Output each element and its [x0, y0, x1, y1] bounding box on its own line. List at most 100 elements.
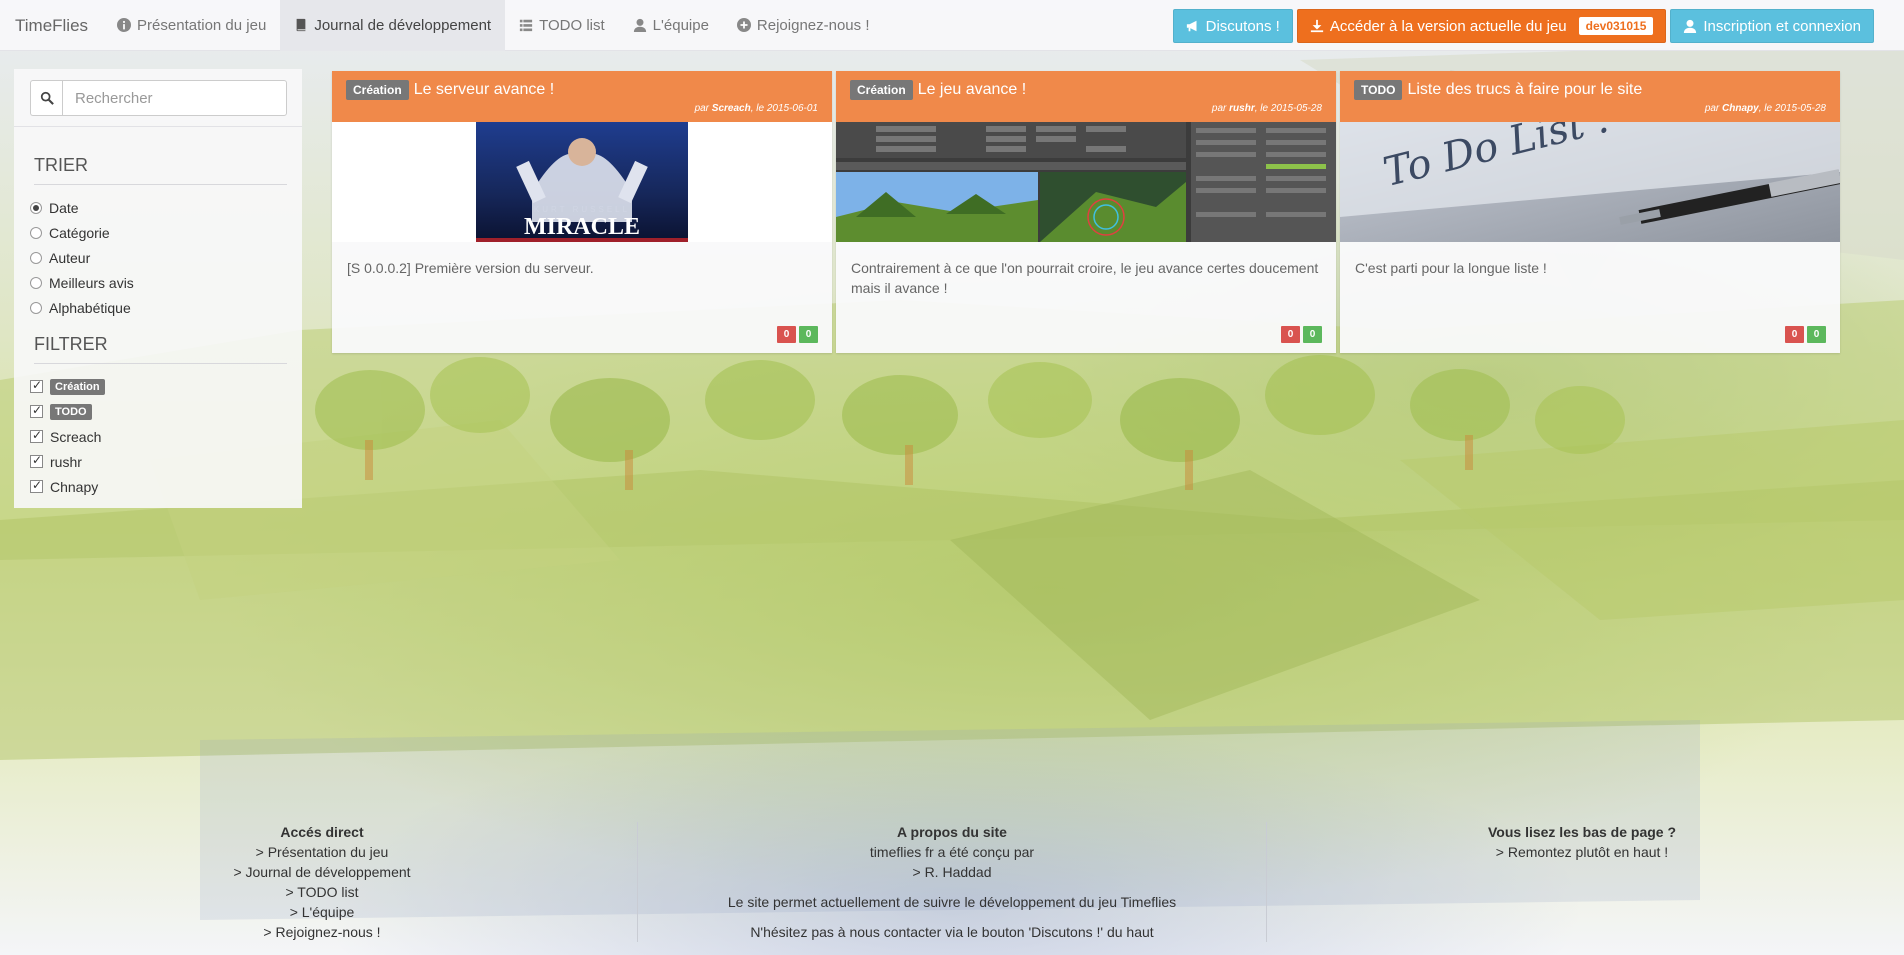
access-game-button[interactable]: Accéder à la version actuelle du jeu dev… [1296, 9, 1667, 43]
category-tag[interactable]: Création [346, 80, 409, 100]
nav-presentation[interactable]: Présentation du jeu [103, 0, 280, 51]
downvote-button[interactable]: 0 [1281, 326, 1300, 343]
category-tag: Création [50, 378, 105, 395]
top-navbar: TimeFlies Présentation du jeu Journal de… [0, 0, 1904, 51]
card-date: 2015-05-28 [1270, 103, 1322, 114]
nav-presentation-label: Présentation du jeu [137, 16, 267, 34]
filter-creation[interactable]: Création [30, 374, 302, 399]
radio[interactable] [30, 201, 42, 214]
nav-team[interactable]: L'équipe [619, 0, 723, 51]
footer-about: A propos du site timeflies fr a été conç… [637, 822, 1267, 942]
upvote-button[interactable]: 0 [1807, 326, 1826, 343]
category-tag[interactable]: Création [850, 80, 913, 100]
checkbox[interactable] [30, 403, 43, 418]
nav-devlog[interactable]: Journal de développement [280, 0, 506, 51]
footer-col2-title: A propos du site [897, 824, 1007, 840]
footer-link-todo[interactable]: > TODO list [7, 882, 637, 902]
card-author[interactable]: rushr [1229, 103, 1255, 114]
card-image[interactable]: KURT RUSSELL MIRACLE [332, 122, 832, 242]
back-to-top-link[interactable]: > Remontez plutôt en haut ! [1267, 842, 1897, 862]
sort-options: Date Catégorie Auteur Meilleurs avis Alp… [14, 185, 302, 320]
login-button[interactable]: Inscription et connexion [1670, 9, 1874, 43]
search-input[interactable] [62, 80, 287, 116]
card-meta: par rushr, le 2015-05-28 [1212, 103, 1322, 114]
card-summary: Contrairement à ce que l'on pourrait cro… [851, 260, 1319, 296]
meta-prefix: par [1704, 103, 1723, 114]
downvote-button[interactable]: 0 [777, 326, 796, 343]
nav-join[interactable]: Rejoignez-nous ! [723, 0, 884, 51]
sort-title: TRIER [34, 155, 287, 185]
upvote-button[interactable]: 0 [799, 326, 818, 343]
filter-screach[interactable]: Screach [30, 424, 302, 449]
sort-option-date[interactable]: Date [30, 195, 302, 220]
card-image[interactable]: To Do List : [1340, 122, 1840, 242]
sort-option-alpha[interactable]: Alphabétique [30, 295, 302, 320]
filter-label: Screach [50, 428, 102, 445]
vote-buttons: 0 0 [1785, 326, 1826, 343]
nav-devlog-label: Journal de développement [314, 16, 492, 34]
user-icon [1684, 19, 1697, 33]
card-summary: C'est parti pour la longue liste ! [1355, 260, 1547, 276]
filter-todo[interactable]: TODO [30, 399, 302, 424]
nav-todo[interactable]: TODO list [505, 0, 619, 51]
nav-team-label: L'équipe [652, 16, 709, 34]
article-card[interactable]: TODO Liste des trucs à faire pour le sit… [1340, 71, 1840, 353]
downvote-button[interactable]: 0 [1785, 326, 1804, 343]
card-header: Création Le serveur avance ! par Screach… [332, 71, 832, 122]
plus-circle-icon [736, 18, 751, 32]
sort-option-label: Auteur [49, 249, 91, 266]
page-footer: Accés direct > Présentation du jeu > Jou… [0, 822, 1904, 942]
card-meta: par Screach, le 2015-06-01 [695, 103, 818, 114]
card-title[interactable]: Le jeu avance ! [918, 81, 1027, 99]
version-badge: dev031015 [1578, 17, 1654, 35]
footer-contact-text: N'hésitez pas à nous contacter via le bo… [750, 924, 1154, 940]
sort-option-rating[interactable]: Meilleurs avis [30, 270, 302, 295]
card-title[interactable]: Liste des trucs à faire pour le site [1407, 81, 1642, 99]
footer-back-to-top: Vous lisez les bas de page ? > Remontez … [1267, 822, 1897, 942]
sidebar: TRIER Date Catégorie Auteur Meilleurs av… [14, 69, 302, 508]
checkbox[interactable] [30, 378, 43, 393]
filter-rushr[interactable]: rushr [30, 449, 302, 474]
article-card[interactable]: Création Le serveur avance ! par Screach… [332, 71, 832, 353]
radio[interactable] [30, 226, 42, 239]
search-button[interactable] [30, 80, 62, 116]
footer-credit-text: timeflies fr a été conçu par [869, 844, 1035, 860]
meta-sep: , le [750, 103, 767, 114]
card-header: Création Le jeu avance ! par rushr, le 2… [836, 71, 1336, 122]
nav-todo-label: TODO list [539, 16, 605, 34]
discuss-button[interactable]: Discutons ! [1172, 9, 1293, 43]
card-author[interactable]: Chnapy [1722, 103, 1759, 114]
upvote-button[interactable]: 0 [1303, 326, 1322, 343]
card-meta: par Chnapy, le 2015-05-28 [1705, 103, 1826, 114]
radio[interactable] [30, 276, 42, 289]
sort-option-label: Alphabétique [49, 299, 131, 316]
footer-link-join[interactable]: > Rejoignez-nous ! [7, 922, 637, 942]
filter-label: rushr [50, 453, 82, 470]
category-tag[interactable]: TODO [1354, 80, 1403, 100]
sort-option-label: Meilleurs avis [49, 274, 134, 291]
checkbox[interactable] [30, 428, 43, 443]
sort-option-category[interactable]: Catégorie [30, 220, 302, 245]
footer-link-devlog[interactable]: > Journal de développement [7, 862, 637, 882]
footer-link-team[interactable]: > L'équipe [7, 902, 637, 922]
nav-join-label: Rejoignez-nous ! [756, 16, 870, 34]
meta-prefix: par [694, 103, 712, 114]
card-author[interactable]: Screach [712, 103, 751, 114]
brand-logo[interactable]: TimeFlies [0, 0, 103, 51]
filter-label: Chnapy [50, 478, 99, 495]
checkbox[interactable] [30, 453, 43, 468]
footer-link-presentation[interactable]: > Présentation du jeu [7, 842, 637, 862]
search-group [14, 69, 302, 127]
card-title[interactable]: Le serveur avance ! [414, 81, 555, 99]
card-summary: [S 0.0.0.2] Première version du serveur. [347, 260, 594, 276]
radio[interactable] [30, 301, 42, 314]
card-image[interactable] [836, 122, 1336, 242]
filter-chnapy[interactable]: Chnapy [30, 474, 302, 499]
checkbox[interactable] [30, 478, 43, 493]
footer-author-link[interactable]: > R. Haddad [638, 862, 1266, 882]
sort-option-author[interactable]: Auteur [30, 245, 302, 270]
footer-col1-title: Accés direct [280, 824, 364, 840]
radio[interactable] [30, 251, 42, 264]
sort-option-label: Catégorie [49, 224, 110, 241]
article-card[interactable]: Création Le jeu avance ! par rushr, le 2… [836, 71, 1336, 353]
